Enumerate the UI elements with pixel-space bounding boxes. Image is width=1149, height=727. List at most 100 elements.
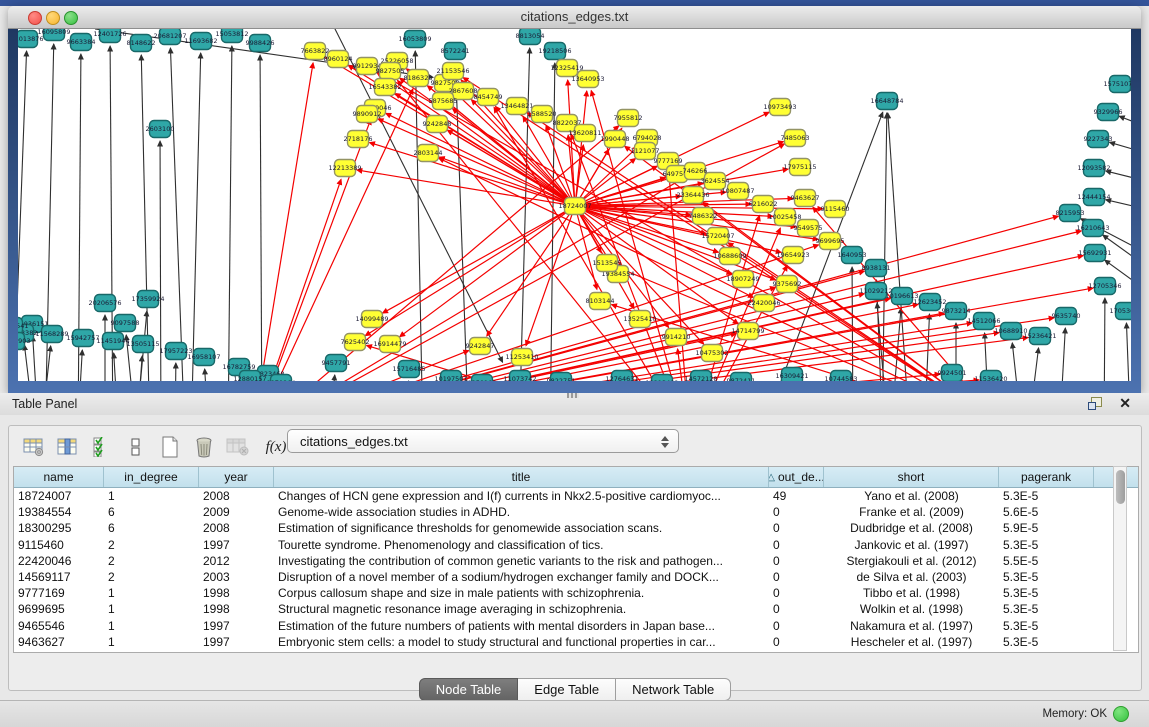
node-label: 9777169 xyxy=(654,157,683,165)
node-label: 2803144 xyxy=(414,149,443,157)
node-label: 12093582 xyxy=(1077,164,1110,172)
table-selector-dropdown[interactable]: citations_edges.txt xyxy=(287,429,679,453)
table-row[interactable]: 1872400712008Changes of HCN gene express… xyxy=(14,488,1138,504)
column-header-title[interactable]: title xyxy=(274,467,769,487)
column-header-year[interactable]: year xyxy=(199,467,274,487)
table-row[interactable]: 1456911722003Disruption of a novel membe… xyxy=(14,569,1138,585)
node-label: 13620811 xyxy=(568,129,601,137)
node-label: 11693682 xyxy=(184,37,217,45)
table-cell: 1 xyxy=(104,619,199,633)
split-pane-grip[interactable] xyxy=(567,393,579,398)
node-label: 11568289 xyxy=(35,330,68,338)
table-row[interactable]: 946554611997Estimation of the future num… xyxy=(14,618,1138,634)
table-cell: 6 xyxy=(104,521,199,535)
node-label: 7486322 xyxy=(689,212,718,220)
table-cell: 5.5E-5 xyxy=(999,554,1094,568)
table-cell: 2008 xyxy=(199,489,274,503)
row-height-icon[interactable] xyxy=(123,435,149,459)
table-row[interactable]: 1938455462009Genome-wide association stu… xyxy=(14,504,1138,520)
node-label: 10688609 xyxy=(713,252,746,260)
node-label: 14512066 xyxy=(967,317,1000,325)
citation-network-graph[interactable]: 2201387616095809966338412401726814862220… xyxy=(18,29,1131,381)
node-label: 14099489 xyxy=(355,315,388,323)
node-label: 12623452 xyxy=(913,298,946,306)
table-row[interactable]: 969969511998Structural magnetic resonanc… xyxy=(14,601,1138,617)
node-label: 1121077 xyxy=(631,147,660,155)
status-bar: Memory: OK xyxy=(0,700,1149,727)
node-label: 15716485 xyxy=(392,365,425,373)
column-header-short[interactable]: short xyxy=(824,467,999,487)
table-cell: 9115460 xyxy=(14,538,104,552)
table-body[interactable]: 1872400712008Changes of HCN gene express… xyxy=(14,488,1138,650)
network-canvas[interactable]: 2201387616095809966338412401726814862220… xyxy=(18,29,1131,381)
delete-icon[interactable] xyxy=(191,435,217,459)
node-label: 11253410 xyxy=(505,353,538,361)
insert-column-icon[interactable] xyxy=(55,435,81,459)
node-label: 8215953 xyxy=(1056,209,1085,217)
table-cell: 6 xyxy=(104,505,199,519)
table-cell: 14569117 xyxy=(14,570,104,584)
node-label: 9924501 xyxy=(938,369,967,377)
node-label: 9988426 xyxy=(246,39,275,47)
table-cell: 5.3E-5 xyxy=(999,489,1094,503)
column-header-in_degree[interactable]: in_degree xyxy=(104,467,199,487)
node-label: 8454749 xyxy=(474,93,503,101)
table-cell: Stergiakouli et al. (2012) xyxy=(824,554,999,568)
node-label: 9827505 xyxy=(376,67,405,75)
table-cell: 1998 xyxy=(199,602,274,616)
node-label: 10973493 xyxy=(763,103,796,111)
table-cell: 5.3E-5 xyxy=(999,538,1094,552)
table-header-row[interactable]: namein_degreeyeartitle△out_de...shortpag… xyxy=(14,467,1138,488)
node-label: 16309421 xyxy=(775,372,808,380)
node-label: 13640953 xyxy=(571,75,604,83)
table-cell: 5.6E-5 xyxy=(999,505,1094,519)
application-window: citations_edges.txt 220138761609580996 xyxy=(0,0,1149,727)
close-panel-icon[interactable]: ✕ xyxy=(1119,395,1131,411)
column-header-name[interactable]: name xyxy=(14,467,104,487)
sort-ascending-icon: △ xyxy=(769,472,775,483)
table-cell: 2008 xyxy=(199,521,274,535)
table-cell: 1 xyxy=(104,489,199,503)
memory-status-icon[interactable] xyxy=(1113,706,1129,722)
table-toolbar: f(x) xyxy=(17,432,297,462)
table-panel-titlebar[interactable]: Table Panel ✕ xyxy=(0,393,1149,416)
node-label: 18724007 xyxy=(558,202,591,210)
node-label: 9970864 xyxy=(267,379,296,381)
node-label: 8148622 xyxy=(127,39,156,47)
node-label: 2718176 xyxy=(344,135,373,143)
table-cell: 0 xyxy=(769,505,824,519)
node-label: 12705346 xyxy=(1088,282,1121,290)
node-table[interactable]: namein_degreeyeartitle△out_de...shortpag… xyxy=(13,466,1139,653)
new-table-icon[interactable] xyxy=(157,435,183,459)
table-row[interactable]: 2242004622012Investigating the contribut… xyxy=(14,553,1138,569)
node-label: 15692931 xyxy=(1078,249,1111,257)
node-label: 19218506 xyxy=(538,47,571,55)
table-settings-icon[interactable] xyxy=(21,435,47,459)
tab-edge-table[interactable]: Edge Table xyxy=(518,678,616,701)
table-cell: 5.9E-5 xyxy=(999,521,1094,535)
column-header-pagerank[interactable]: pagerank xyxy=(999,467,1094,487)
table-scrollbar[interactable] xyxy=(1113,466,1127,651)
table-cell: Structural magnetic resonance image aver… xyxy=(274,602,769,616)
table-row[interactable]: 911546021997Tourette syndrome. Phenomeno… xyxy=(14,537,1138,553)
node-label: 21153546 xyxy=(436,67,469,75)
table-cell: 1997 xyxy=(199,635,274,649)
table-cell: Hescheler et al. (1997) xyxy=(824,635,999,649)
table-cell: 5.3E-5 xyxy=(999,619,1094,633)
table-cell: 49 xyxy=(769,489,824,503)
table-row[interactable]: 977716911998Corpus callosum shape and si… xyxy=(14,585,1138,601)
tab-network-table[interactable]: Network Table xyxy=(616,678,731,701)
float-window-icon[interactable] xyxy=(1088,397,1102,410)
tab-node-table[interactable]: Node Table xyxy=(419,678,519,701)
node-label: 1513545 xyxy=(593,259,622,267)
select-all-rows-icon[interactable] xyxy=(89,435,115,459)
node-label: 9097588 xyxy=(111,319,140,327)
table-row[interactable]: 1830029562008Estimation of significance … xyxy=(14,520,1138,536)
table-cell: 9465546 xyxy=(14,619,104,633)
table-row[interactable]: 946362711997Embryonic stem cells: a mode… xyxy=(14,634,1138,650)
table-cell: 1 xyxy=(104,586,199,600)
window-titlebar[interactable]: citations_edges.txt xyxy=(8,6,1141,29)
column-header-out_de[interactable]: △out_de... xyxy=(769,467,824,487)
scrollbar-thumb[interactable] xyxy=(1116,470,1125,504)
table-cell: 0 xyxy=(769,602,824,616)
